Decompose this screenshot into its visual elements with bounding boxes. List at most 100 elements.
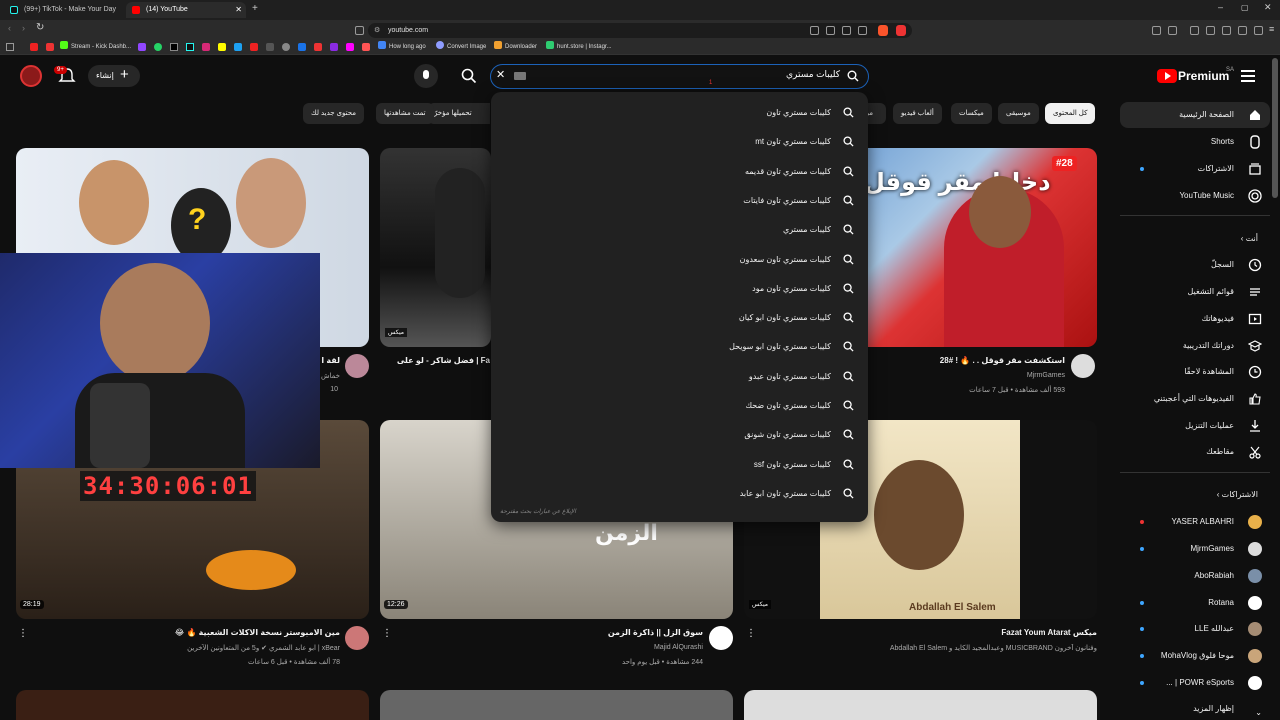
tiktok-bookmark-icon[interactable] <box>186 43 194 51</box>
close-window-button[interactable]: ✕ <box>1264 2 1272 13</box>
apps-icon[interactable] <box>6 43 14 51</box>
bookmark-kick[interactable]: Stream - Kick Dashb... <box>60 41 131 53</box>
chip-watched[interactable]: تمت مشاهدتها <box>376 103 434 124</box>
video-title[interactable]: ميكس Fazat Youm Atarat <box>860 628 1097 637</box>
search-suggestion[interactable]: كليبات مستري تاون mt <box>491 127 868 156</box>
search-suggestion[interactable]: كليبات مستري تاون شونق <box>491 420 868 449</box>
extensions-icon[interactable] <box>1152 26 1161 35</box>
bookmark-convert-image[interactable]: Convert Image <box>436 41 486 53</box>
download-icon[interactable] <box>1238 26 1247 35</box>
forward-icon[interactable]: › <box>22 23 25 33</box>
github-icon[interactable] <box>282 43 290 51</box>
youtube-logo-icon[interactable] <box>1157 69 1177 83</box>
channel-name[interactable]: وفنانون آخرون MUSICBRAND وعبدالمجيد الكا… <box>790 644 1097 652</box>
channel-name[interactable]: xBear | ابو عابد الشمري ✔ و5 من المتعاون… <box>60 644 340 652</box>
channel-avatar[interactable] <box>345 626 369 650</box>
sidebar-item-home[interactable]: الصفحة الرئيسية <box>1120 102 1270 128</box>
search-suggestion[interactable]: كليبات مستري تاون ابو عابد <box>491 479 868 508</box>
sidebar-sub-channel[interactable]: POWR eSports | ... <box>1120 670 1270 696</box>
search-input[interactable]: كليبات مستري <box>700 69 840 80</box>
search-suggestion[interactable]: كليبات مستري تاون ابو سويحل <box>491 332 868 361</box>
new-tab-button[interactable]: + <box>252 3 258 14</box>
video-title[interactable]: سوق الزل || ذاكرة الزمن <box>460 628 703 637</box>
bookmark-icon-4[interactable] <box>298 43 306 51</box>
video-thumbnail[interactable] <box>744 690 1097 720</box>
search-suggestion[interactable]: كليبات مستري تاون ssf <box>491 450 868 479</box>
bookmark-icon-1[interactable] <box>234 43 242 51</box>
sidebar-sub-channel[interactable]: موحا فلوق MohaVlog <box>1120 643 1270 669</box>
search-suggestion[interactable]: كليبات مستري تاون عبدو <box>491 362 868 391</box>
back-icon[interactable]: ‹ <box>8 23 11 33</box>
more-options-icon[interactable]: ⋮ <box>746 628 756 639</box>
premium-logo-text[interactable]: Premium <box>1178 69 1229 83</box>
zoom-icon[interactable] <box>842 26 851 35</box>
sidebar-item-shorts[interactable]: Shorts <box>1120 129 1270 155</box>
bookmark-icon-2[interactable] <box>250 43 258 51</box>
sidebar-item-watch-later[interactable]: المشاهدة لاحقًا <box>1120 359 1270 385</box>
video-title[interactable]: استكشفت مقر قوقل . . 🔥 ! #28 <box>860 356 1065 365</box>
channel-avatar[interactable] <box>1071 354 1095 378</box>
bookmark-icon-8[interactable] <box>362 43 370 51</box>
account-avatar[interactable] <box>20 65 42 87</box>
chip-recently-uploaded[interactable]: تحميلها مؤخرًا <box>428 103 490 124</box>
channel-name[interactable]: خماش <box>318 372 340 380</box>
search-suggestion[interactable]: كليبات مستري تاون قديمه <box>491 157 868 186</box>
sidebar-toggle-icon[interactable] <box>1168 26 1177 35</box>
channel-name[interactable]: MjrmGames <box>860 372 1065 379</box>
bookmark-icon-6[interactable] <box>330 43 338 51</box>
whatsapp-icon[interactable] <box>154 43 162 51</box>
bookmark-how-long-ago[interactable]: How long ago <box>378 41 426 53</box>
sidebar-subs-header[interactable]: الاشتراكات › <box>1120 482 1270 508</box>
sidebar-sub-channel[interactable]: Rotana <box>1120 590 1270 616</box>
close-tab-icon[interactable]: ✕ <box>235 2 242 18</box>
more-options-icon[interactable]: ⋮ <box>18 628 28 639</box>
bookmark-page-icon[interactable] <box>355 26 364 35</box>
video-thumbnail[interactable] <box>16 690 369 720</box>
maximize-button[interactable]: ▢ <box>1241 3 1249 12</box>
bookmark-hunt-store[interactable]: hunt.store | Instagr... <box>546 41 612 53</box>
share-icon[interactable] <box>858 26 867 35</box>
brave-shield-icon[interactable] <box>878 25 888 36</box>
tab-tiktok[interactable]: (99+) TikTok - Make Your Day <box>4 2 124 18</box>
minimize-button[interactable]: – <box>1218 2 1223 12</box>
page-scrollbar[interactable] <box>1272 58 1278 198</box>
menu-icon[interactable]: ≡ <box>1269 24 1274 34</box>
video-title[interactable]: مين الامبوستر نسخة الاكلات الشعبية 🔥 😂 <box>60 628 340 637</box>
channel-name[interactable]: Majid AlQurashi <box>460 644 703 651</box>
vpn-icon[interactable] <box>1254 26 1263 35</box>
search-suggestion[interactable]: كليبات مستري تاون ضحك <box>491 391 868 420</box>
video-thumbnail[interactable]: ميكس <box>380 148 491 347</box>
search-suggestion[interactable]: كليبات مستري تاون فايتات <box>491 186 868 215</box>
guide-menu-icon[interactable] <box>1241 70 1255 82</box>
reload-icon[interactable]: ↻ <box>36 22 44 33</box>
search-suggestion[interactable]: كليبات مستري تاون <box>491 98 868 127</box>
chip-mixes[interactable]: ميكسات <box>951 103 992 124</box>
reader-icon[interactable] <box>1206 26 1215 35</box>
search-suggestion[interactable]: كليبات مستري تاون ابو كيان <box>491 303 868 332</box>
bookmark-downloader[interactable]: Downloader <box>494 41 537 53</box>
brave-rewards-icon[interactable] <box>896 25 906 36</box>
report-suggestions-link[interactable]: الإبلاغ عن عبارات بحث مقترحة <box>500 508 576 515</box>
sidebar-item-clips[interactable]: مقاطعك <box>1120 439 1270 465</box>
sidebar-item-playlists[interactable]: قوائم التشغيل <box>1120 279 1270 305</box>
video-title[interactable]: Fa | فضل شاكر - لو على <box>380 356 490 365</box>
tab-youtube[interactable]: (14) YouTube ✕ <box>126 2 246 18</box>
bookmark-youtube-icon[interactable] <box>30 43 38 51</box>
search-suggestion[interactable]: كليبات مستري تاون سعدون <box>491 245 868 274</box>
clear-search-icon[interactable]: ✕ <box>496 68 505 81</box>
sidebar-sub-channel[interactable]: YASER ALBAHRI <box>1120 509 1270 535</box>
sidebar-item-your-videos[interactable]: فيديوهاتك <box>1120 306 1270 332</box>
sidebar-item-liked[interactable]: الفيديوهات التي أعجبتني <box>1120 386 1270 412</box>
translate-icon[interactable] <box>826 26 835 35</box>
sidebar-item-downloads[interactable]: عمليات التنزيل <box>1120 413 1270 439</box>
bookmark-app-icon[interactable] <box>46 43 54 51</box>
sidebar-sub-channel[interactable]: MjrmGames <box>1120 536 1270 562</box>
music-icon[interactable] <box>1190 26 1199 35</box>
search-suggestion[interactable]: كليبات مستري تاون مود <box>491 274 868 303</box>
search-suggestion[interactable]: كليبات مستري <box>491 215 868 244</box>
search-button[interactable] <box>456 64 482 89</box>
snapchat-icon[interactable] <box>218 43 226 51</box>
bookmark-icon-3[interactable] <box>266 43 274 51</box>
video-title[interactable]: لقة ال <box>322 356 340 365</box>
twitch-icon[interactable] <box>138 43 146 51</box>
